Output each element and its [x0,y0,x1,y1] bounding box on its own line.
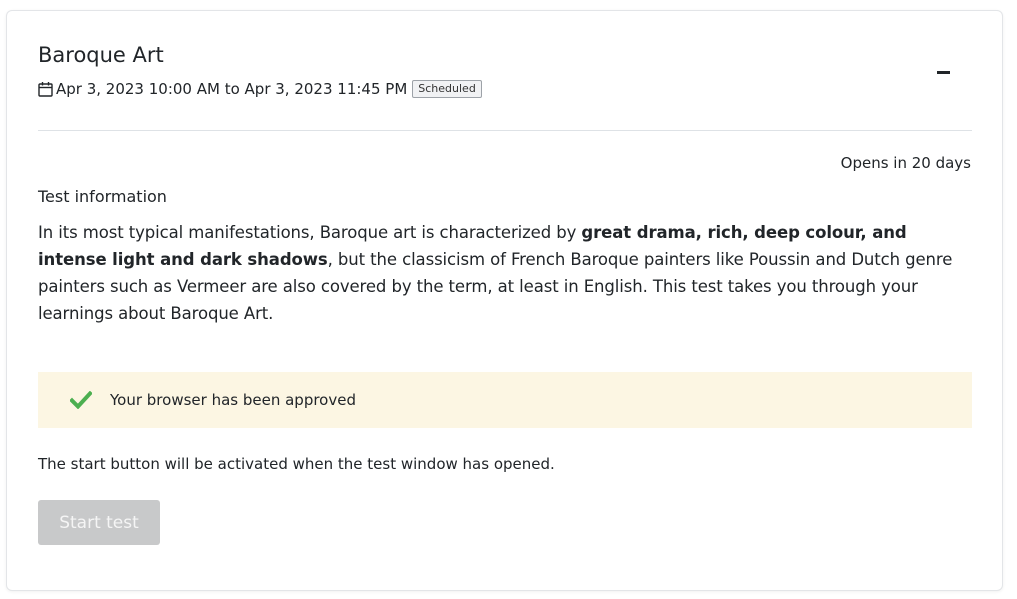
collapse-button[interactable] [932,63,954,81]
start-test-button[interactable]: Start test [38,500,160,545]
description-text-1: In its most typical manifestations, Baro… [38,223,582,242]
browser-approved-text: Your browser has been approved [110,391,356,409]
browser-approved-alert: Your browser has been approved [38,372,972,428]
minus-icon [936,70,950,74]
test-description: In its most typical manifestations, Baro… [38,219,974,327]
calendar-icon [38,82,53,97]
test-title: Baroque Art [38,43,164,67]
opens-in-label: Opens in 20 days [840,154,971,172]
schedule-text: Apr 3, 2023 10:00 AM to Apr 3, 2023 11:4… [56,80,408,98]
check-icon [70,391,92,409]
status-badge: Scheduled [412,80,482,98]
divider [38,130,972,131]
start-note: The start button will be activated when … [38,455,555,473]
test-information-heading: Test information [38,187,167,206]
test-card: Baroque Art Apr 3, 2023 10:00 AM to Apr … [6,10,1003,591]
schedule-row: Apr 3, 2023 10:00 AM to Apr 3, 2023 11:4… [38,78,482,100]
